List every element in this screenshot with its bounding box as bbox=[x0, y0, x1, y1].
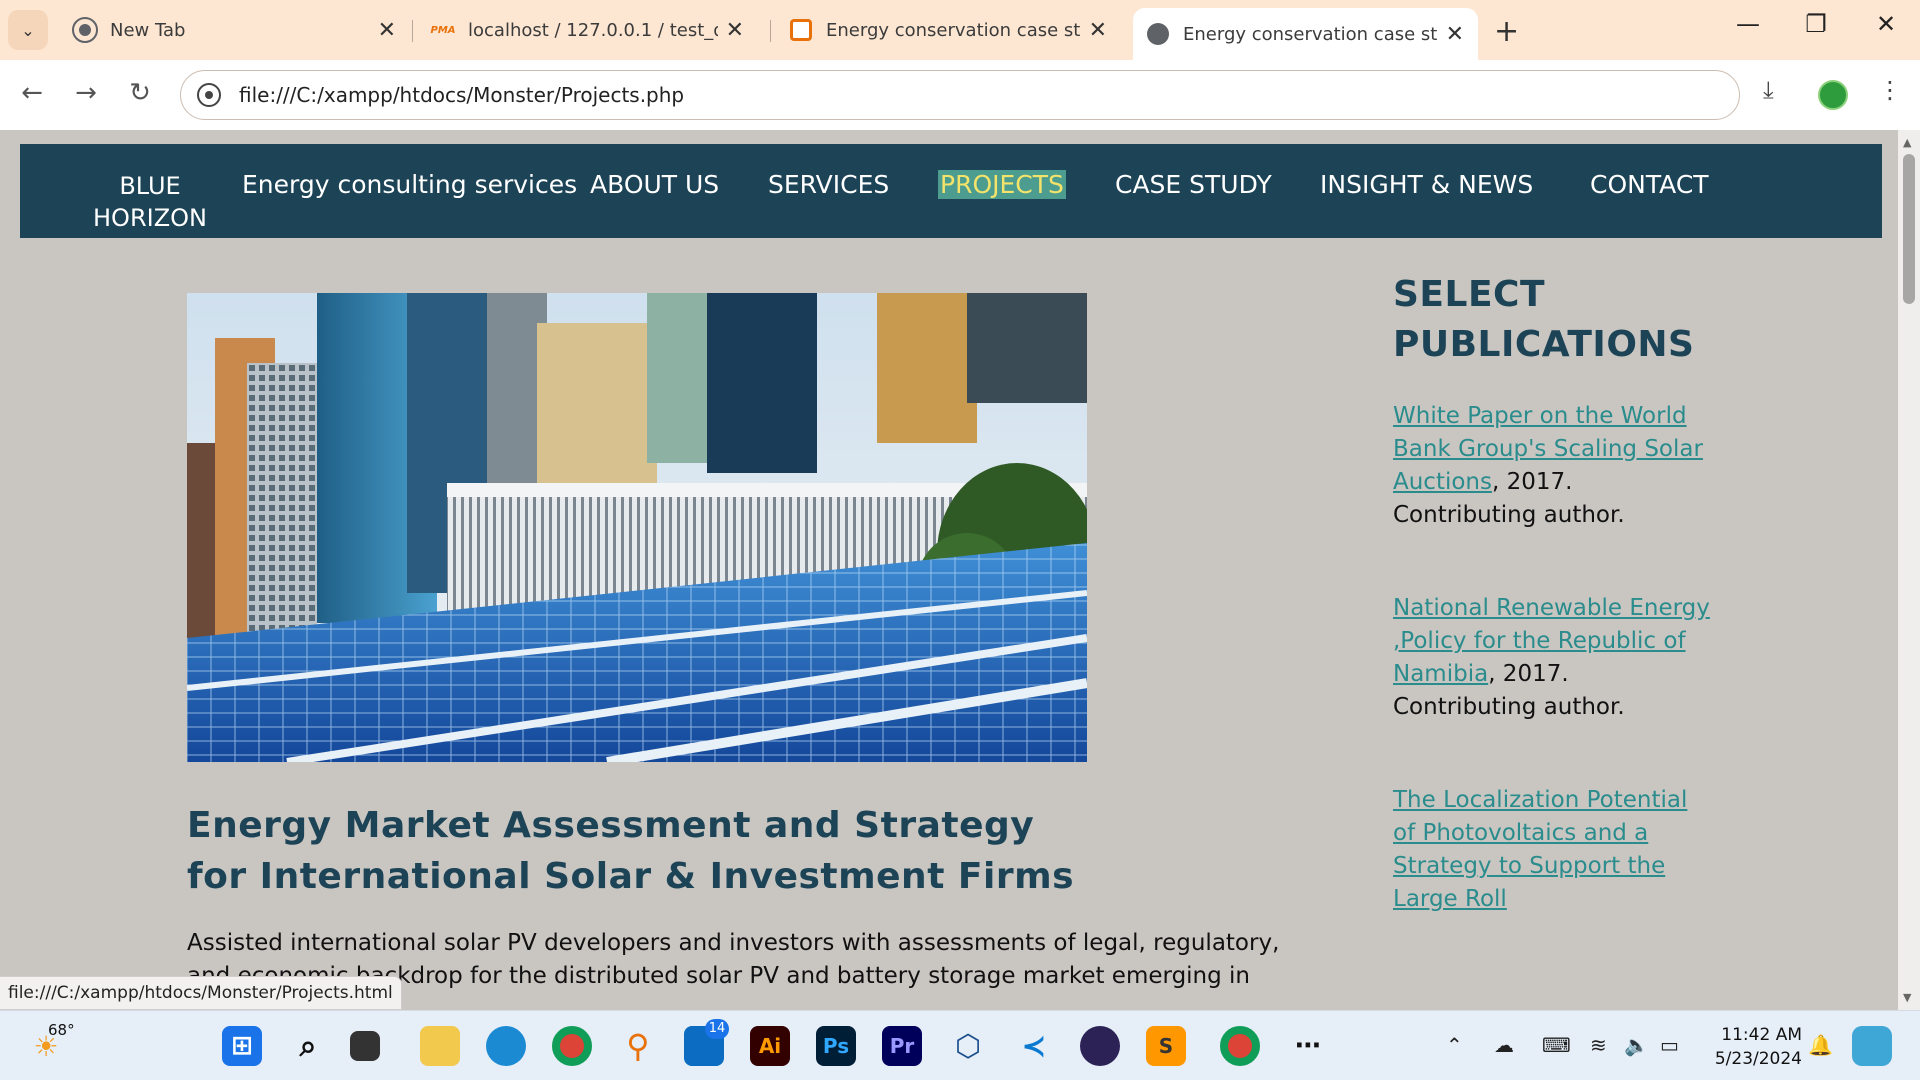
close-icon[interactable]: ✕ bbox=[378, 18, 396, 43]
vscode-icon[interactable]: ≺ bbox=[1014, 1026, 1054, 1066]
sidebar-title: SELECT PUBLICATIONS bbox=[1393, 274, 1695, 365]
premiere-icon[interactable]: Pr bbox=[882, 1026, 922, 1066]
minimize-icon[interactable]: — bbox=[1728, 10, 1768, 38]
back-icon[interactable]: ← bbox=[14, 78, 50, 108]
page-scrollbar[interactable]: ▲ ▼ bbox=[1898, 130, 1920, 1010]
restore-icon[interactable]: ❐ bbox=[1796, 10, 1836, 38]
phpmyadmin-icon: PMA bbox=[430, 24, 456, 36]
more-icon[interactable]: ⋯ bbox=[1288, 1026, 1328, 1066]
tab-new-tab[interactable]: New Tab ✕ bbox=[60, 8, 410, 52]
battery-icon[interactable]: ▭ bbox=[1660, 1033, 1679, 1057]
virtualbox-icon[interactable]: ⬡ bbox=[948, 1026, 988, 1066]
clock-time: 11:42 AM bbox=[1721, 1025, 1802, 1045]
notification-icon[interactable]: 🔔 bbox=[1808, 1033, 1833, 1057]
nav-services[interactable]: SERVICES bbox=[768, 170, 889, 199]
site-navbar: BLUE HORIZON Energy consulting services … bbox=[20, 144, 1882, 238]
mail-badge: 14 bbox=[705, 1019, 729, 1039]
link-status-bar: file:///C:/xampp/htdocs/Monster/Projects… bbox=[0, 976, 402, 1010]
address-bar[interactable]: file:///C:/xampp/htdocs/Monster/Projects… bbox=[180, 70, 1740, 120]
forward-icon[interactable]: → bbox=[68, 78, 104, 108]
illustrator-icon[interactable]: Ai bbox=[750, 1026, 790, 1066]
close-icon[interactable]: ✕ bbox=[726, 18, 744, 43]
browser-toolbar: ← → ↻ file:///C:/xampp/htdocs/Monster/Pr… bbox=[0, 60, 1920, 130]
edge-icon[interactable] bbox=[486, 1026, 526, 1066]
chrome-icon bbox=[72, 17, 98, 43]
page-icon bbox=[790, 19, 812, 41]
reload-icon[interactable]: ↻ bbox=[122, 78, 158, 108]
menu-icon[interactable]: ⋮ bbox=[1878, 76, 1902, 104]
chevron-down-icon: ⌄ bbox=[21, 20, 35, 40]
close-window-icon[interactable]: ✕ bbox=[1866, 10, 1906, 38]
url-text: file:///C:/xampp/htdocs/Monster/Projects… bbox=[239, 83, 685, 107]
windows-taskbar: ☀ 68° ⊞ ⌕ ⚲ 14 Ai Ps Pr ⬡ ≺ S ⋯ ⌃ ☁ ⌨ ≋ … bbox=[0, 1010, 1920, 1080]
tab-title: New Tab bbox=[110, 19, 186, 41]
photoshop-icon[interactable]: Ps bbox=[816, 1026, 856, 1066]
hero-image-solar-city bbox=[187, 293, 1087, 762]
tray-chevron-icon[interactable]: ⌃ bbox=[1446, 1033, 1463, 1057]
weather-temp: 68° bbox=[48, 1021, 75, 1039]
sublime-icon[interactable]: S bbox=[1146, 1026, 1186, 1066]
close-icon[interactable]: ✕ bbox=[1089, 18, 1107, 43]
search-app-icon[interactable]: ⚲ bbox=[618, 1026, 658, 1066]
scroll-up-icon[interactable]: ▲ bbox=[1903, 136, 1911, 149]
eclipse-icon[interactable] bbox=[1080, 1026, 1120, 1066]
profile-avatar[interactable] bbox=[1818, 80, 1848, 110]
scrollbar-thumb[interactable] bbox=[1903, 154, 1915, 304]
file-explorer-icon[interactable] bbox=[420, 1026, 460, 1066]
copilot-icon[interactable] bbox=[1852, 1026, 1892, 1066]
tab-separator bbox=[770, 20, 771, 42]
nav-insight-news[interactable]: INSIGHT & NEWS bbox=[1320, 170, 1533, 199]
nav-case-study[interactable]: CASE STUDY bbox=[1115, 170, 1272, 199]
chrome-active-icon[interactable] bbox=[1220, 1026, 1260, 1066]
tab-strip: ⌄ New Tab ✕ PMA localhost / 127.0.0.1 / … bbox=[0, 0, 1920, 60]
nav-about-us[interactable]: ABOUT US bbox=[590, 170, 719, 199]
tab-title: Energy conservation case studie bbox=[1183, 23, 1438, 45]
keyboard-icon[interactable]: ⌨ bbox=[1542, 1033, 1571, 1057]
publication-item: White Paper on the World Bank Group's Sc… bbox=[1393, 400, 1713, 532]
tab-phpmyadmin[interactable]: PMA localhost / 127.0.0.1 / test_db | p … bbox=[418, 8, 758, 52]
tab-title: localhost / 127.0.0.1 / test_db | p bbox=[468, 19, 718, 41]
tab-energy-1[interactable]: Energy conservation case studie ✕ bbox=[776, 8, 1121, 52]
chrome-icon[interactable] bbox=[552, 1026, 592, 1066]
nav-energy-consulting[interactable]: Energy consulting services bbox=[242, 170, 577, 199]
publication-item: The Localization Potential of Photovolta… bbox=[1393, 784, 1713, 916]
windows-start-icon[interactable]: ⊞ bbox=[222, 1026, 262, 1066]
taskbar-clock[interactable]: 11:42 AM 5/23/2024 bbox=[1712, 1023, 1802, 1071]
tab-title: Energy conservation case studie bbox=[826, 19, 1081, 41]
publication-link[interactable]: The Localization Potential of Photovolta… bbox=[1393, 787, 1687, 912]
tab-energy-2-active[interactable]: Energy conservation case studie ✕ bbox=[1133, 8, 1478, 60]
volume-icon[interactable]: 🔈 bbox=[1624, 1033, 1649, 1057]
close-icon[interactable]: ✕ bbox=[1446, 22, 1464, 47]
publications-sidebar: SELECT PUBLICATIONS White Paper on the W… bbox=[1393, 270, 1713, 916]
clock-date: 5/23/2024 bbox=[1714, 1049, 1802, 1069]
scroll-down-icon[interactable]: ▼ bbox=[1903, 991, 1911, 1004]
site-info-icon[interactable] bbox=[197, 83, 221, 107]
nav-contact[interactable]: CONTACT bbox=[1590, 170, 1709, 199]
nav-projects[interactable]: PROJECTS bbox=[938, 170, 1066, 199]
publication-item: National Renewable Energy ,Policy for th… bbox=[1393, 592, 1713, 724]
wifi-icon[interactable]: ≋ bbox=[1590, 1033, 1607, 1057]
tab-search-button[interactable]: ⌄ bbox=[8, 10, 48, 50]
task-view-icon[interactable] bbox=[350, 1031, 380, 1061]
search-icon[interactable]: ⌕ bbox=[288, 1026, 328, 1066]
project-headline: Energy Market Assessment and Strategy fo… bbox=[187, 805, 1075, 897]
site-brand[interactable]: BLUE HORIZON bbox=[70, 170, 230, 234]
download-icon[interactable]: ⤓ bbox=[1763, 76, 1774, 104]
onedrive-icon[interactable]: ☁ bbox=[1494, 1033, 1514, 1057]
page-viewport: BLUE HORIZON Energy consulting services … bbox=[0, 130, 1898, 1010]
globe-icon bbox=[1147, 23, 1169, 45]
hero-illustration bbox=[187, 293, 1087, 762]
new-tab-button[interactable]: + bbox=[1494, 14, 1519, 49]
tab-separator bbox=[412, 20, 413, 42]
